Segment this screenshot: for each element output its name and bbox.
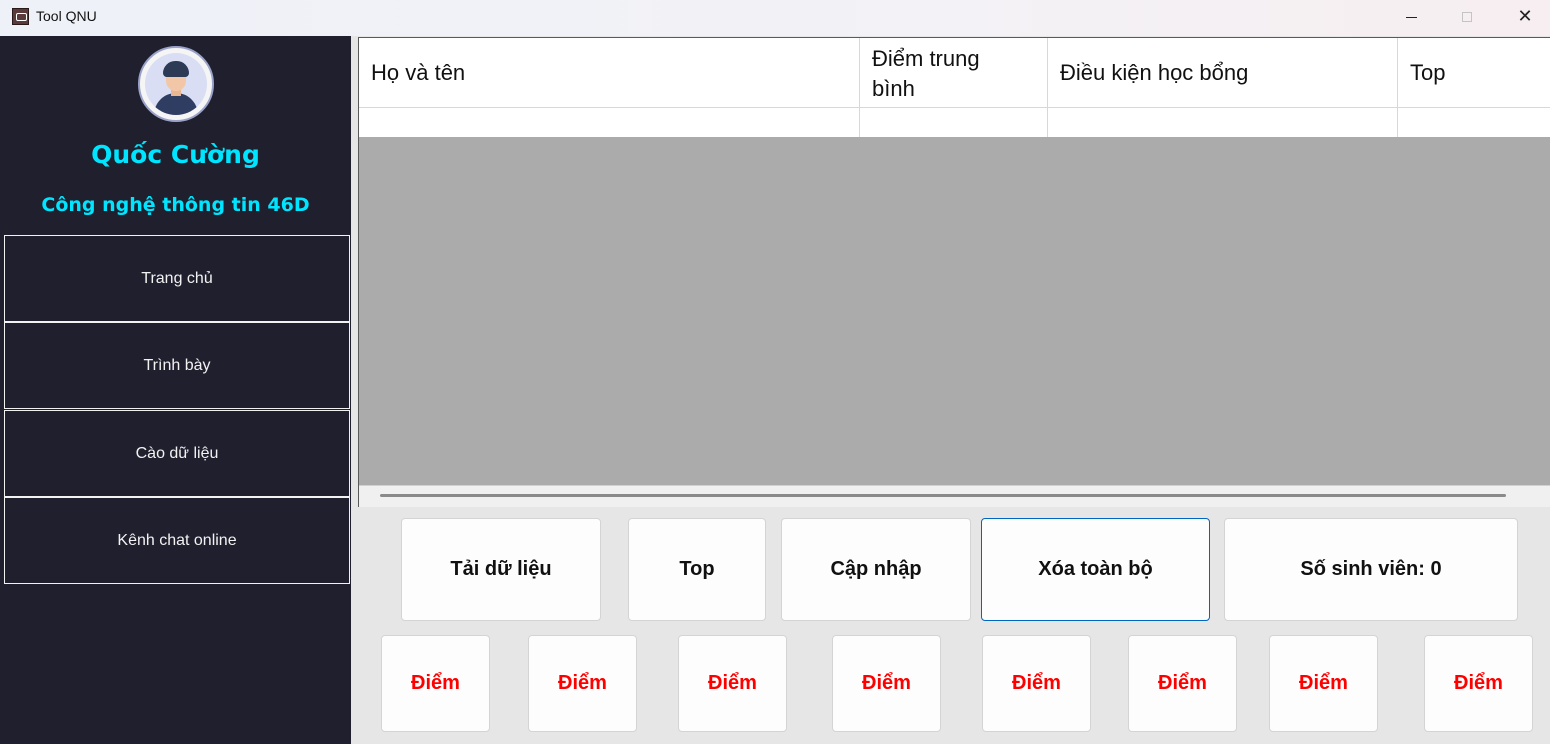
column-header-name[interactable]: Họ và tên: [359, 38, 860, 108]
score-button[interactable]: Điểm: [1424, 635, 1533, 732]
minimize-button[interactable]: [1382, 0, 1440, 34]
score-button[interactable]: Điểm: [832, 635, 941, 732]
table-cell[interactable]: [359, 108, 860, 137]
load-data-button[interactable]: Tải dữ liệu: [401, 518, 601, 621]
column-header-gpa[interactable]: Điểm trung bình: [860, 38, 1048, 108]
sidebar-item-label: Trang chủ: [141, 269, 213, 287]
avatar: [138, 46, 214, 122]
close-icon: ✕: [1517, 6, 1533, 27]
maximize-button[interactable]: [1438, 0, 1496, 34]
user-class: Công nghệ thông tin 46D: [41, 194, 310, 216]
minimize-icon: [1405, 16, 1417, 18]
table-row[interactable]: [359, 108, 1550, 137]
table-cell[interactable]: [860, 108, 1048, 137]
sidebar-item-online-chat[interactable]: Kênh chat online: [4, 497, 350, 584]
user-avatar-icon: [145, 53, 207, 115]
user-name: Quốc Cường: [91, 140, 260, 169]
sidebar-item-home[interactable]: Trang chủ: [4, 235, 350, 322]
student-table[interactable]: Họ và tên Điểm trung bình Điều kiện học …: [358, 37, 1550, 507]
update-button[interactable]: Cập nhập: [781, 518, 971, 621]
score-button[interactable]: Điểm: [1269, 635, 1378, 732]
maximize-icon: [1462, 12, 1472, 22]
score-button[interactable]: Điểm: [528, 635, 637, 732]
score-button[interactable]: Điểm: [982, 635, 1091, 732]
clear-all-button[interactable]: Xóa toàn bộ: [981, 518, 1210, 621]
table-cell[interactable]: [1048, 108, 1398, 137]
horizontal-scrollbar[interactable]: [359, 485, 1550, 507]
table-header: Họ và tên Điểm trung bình Điều kiện học …: [359, 38, 1550, 108]
scrollbar-thumb[interactable]: [380, 494, 1506, 497]
table-cell[interactable]: [1398, 108, 1550, 137]
top-button[interactable]: Top: [628, 518, 766, 621]
sidebar-item-scrape-data[interactable]: Cào dữ liệu: [4, 410, 350, 497]
title-bar: Tool QNU ✕: [0, 0, 1550, 36]
close-button[interactable]: ✕: [1496, 0, 1550, 34]
sidebar-item-presentation[interactable]: Trình bày: [4, 322, 350, 409]
sidebar-item-label: Cào dữ liệu: [135, 444, 219, 462]
column-header-scholarship[interactable]: Điều kiện học bổng: [1048, 38, 1398, 108]
score-button[interactable]: Điểm: [1128, 635, 1237, 732]
score-button[interactable]: Điểm: [678, 635, 787, 732]
score-button[interactable]: Điểm: [381, 635, 490, 732]
column-header-top[interactable]: Top: [1398, 38, 1550, 108]
window-title: Tool QNU: [36, 8, 97, 24]
app-icon: [12, 8, 29, 25]
sidebar-item-label: Kênh chat online: [117, 531, 237, 549]
student-count-button[interactable]: Số sinh viên: 0: [1224, 518, 1518, 621]
sidebar: Quốc Cường Công nghệ thông tin 46D Trang…: [0, 36, 351, 744]
sidebar-item-label: Trình bày: [143, 356, 211, 374]
